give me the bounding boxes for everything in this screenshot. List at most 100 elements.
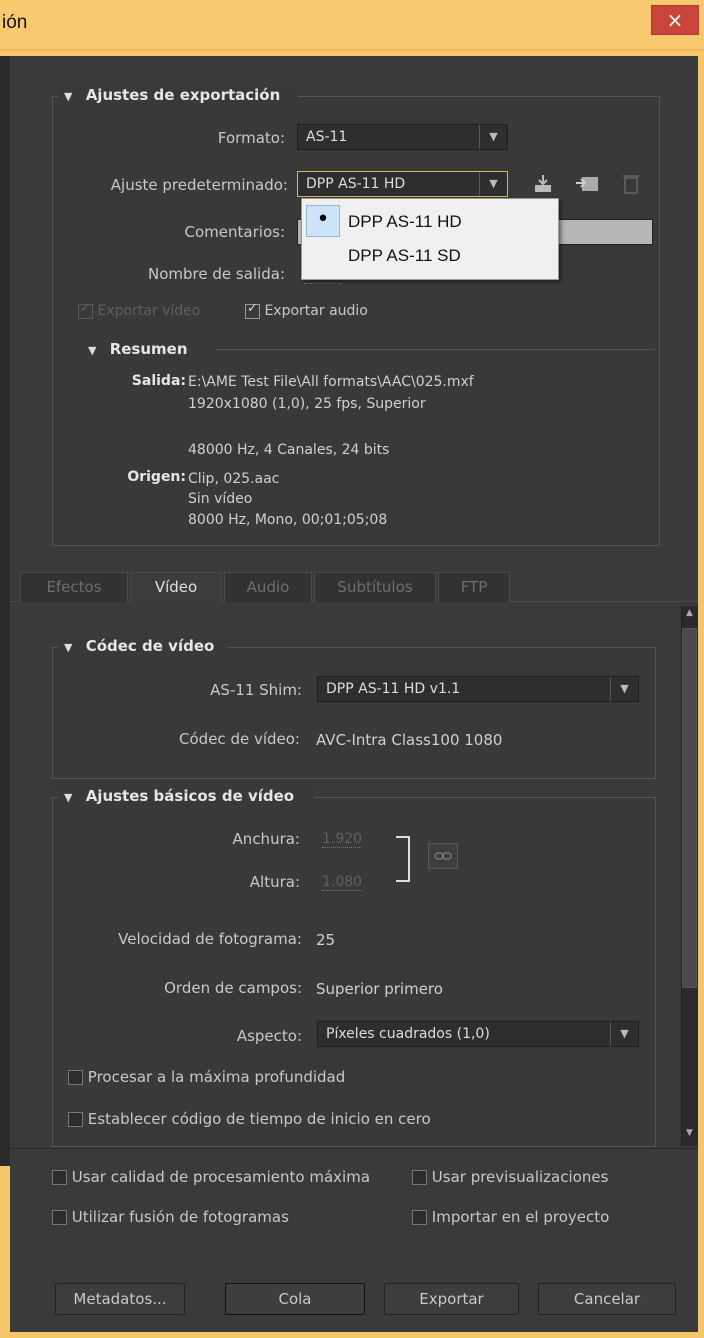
metadata-button[interactable]: Metadatos... — [55, 1283, 185, 1315]
height-value: 1.080 — [322, 874, 363, 891]
preset-dropdown-menu: • DPP AS-11 HD DPP AS-11 SD — [301, 198, 559, 280]
link-icon — [428, 843, 458, 869]
timecode-zero-label: Establecer código de tiempo de inicio en… — [87, 1110, 431, 1128]
codec-value: AVC-Intra Class100 1080 — [316, 731, 503, 749]
queue-button[interactable]: Cola — [225, 1283, 365, 1315]
timecode-zero-check-icon — [68, 1112, 83, 1127]
codec-label: Códec de vídeo: — [179, 730, 300, 748]
comments-label: Comentarios: — [184, 223, 285, 241]
collapse-triangle-icon: ▼ — [88, 344, 97, 357]
tab-ftp[interactable]: FTP — [438, 572, 510, 602]
max-depth-label: Procesar a la máxima profundidad — [87, 1068, 346, 1086]
summary-header[interactable]: ▼ Resumen — [82, 340, 208, 362]
scroll-thumb[interactable] — [682, 628, 697, 988]
height-label: Altura: — [249, 873, 300, 891]
chevron-down-icon: ▼ — [479, 125, 507, 149]
max-depth-check-icon — [68, 1070, 83, 1085]
export-settings-title: Ajustes de exportación — [85, 86, 281, 104]
export-audio-checkbox[interactable]: ✓ Exportar audio — [245, 301, 368, 319]
output-name-label: Nombre de salida: — [148, 265, 285, 283]
collapse-triangle-icon: ▼ — [64, 641, 73, 654]
frame-blend-checkbox[interactable]: Utilizar fusión de fotogramas — [52, 1208, 289, 1226]
window-title: ión — [2, 12, 28, 33]
basic-video-title: Ajustes básicos de vídeo — [85, 787, 295, 805]
shim-label: AS-11 Shim: — [210, 681, 302, 699]
summary-source-clip: Clip, 025.aac — [188, 471, 280, 487]
export-audio-label: Exportar audio — [264, 303, 368, 319]
aspect-select[interactable]: Píxeles cuadrados (1,0) ▼ — [317, 1021, 639, 1047]
output-name-link[interactable] — [304, 282, 342, 284]
format-select[interactable]: AS-11 ▼ — [297, 124, 508, 150]
video-codec-title: Códec de vídeo — [85, 637, 215, 655]
collapse-triangle-icon: ▼ — [64, 90, 73, 103]
export-button[interactable]: Exportar — [384, 1283, 519, 1315]
format-label: Formato: — [217, 129, 285, 147]
aspect-select-value: Píxeles cuadrados (1,0) — [326, 1026, 490, 1042]
tab-effects[interactable]: Efectos — [20, 572, 128, 602]
scroll-down-icon[interactable]: ▼ — [682, 1128, 697, 1144]
export-video-checkbox: ✓ Exportar vídeo — [78, 301, 201, 319]
summary-divider — [215, 349, 655, 350]
timecode-zero-checkbox[interactable]: Establecer código de tiempo de inicio en… — [68, 1110, 431, 1128]
previews-check-icon — [412, 1170, 427, 1185]
width-value: 1.920 — [322, 831, 363, 848]
chevron-down-icon: ▼ — [610, 677, 638, 701]
import-project-checkbox[interactable]: Importar en el proyecto — [412, 1208, 609, 1226]
summary-output-label: Salida: — [131, 373, 186, 389]
chevron-down-icon: ▼ — [479, 172, 507, 196]
close-button[interactable]: × — [651, 5, 699, 35]
tab-video[interactable]: Vídeo — [130, 572, 222, 602]
format-select-value: AS-11 — [306, 129, 348, 145]
max-quality-label: Usar calidad de procesamiento máxima — [71, 1168, 371, 1186]
chevron-down-icon: ▼ — [610, 1022, 638, 1046]
frame-blend-label: Utilizar fusión de fotogramas — [71, 1208, 289, 1226]
title-bar — [0, 0, 704, 50]
summary-source-video: Sin vídeo — [188, 491, 253, 507]
import-project-label: Importar en el proyecto — [431, 1208, 610, 1226]
preset-label: Ajuste predeterminado: — [110, 176, 288, 194]
aspect-bracket — [396, 836, 410, 882]
video-codec-header[interactable]: ▼ Códec de vídeo — [58, 637, 228, 659]
summary-title: Resumen — [109, 340, 188, 358]
preset-select[interactable]: DPP AS-11 HD ▼ — [297, 171, 508, 197]
import-project-check-icon — [412, 1210, 427, 1225]
preset-option-hd[interactable]: DPP AS-11 HD — [302, 203, 558, 241]
framerate-value: 25 — [316, 931, 336, 949]
preset-select-value: DPP AS-11 HD — [306, 176, 406, 192]
export-video-check-icon: ✓ — [78, 301, 93, 319]
summary-source-label: Origen: — [127, 469, 186, 485]
export-audio-check-icon: ✓ — [245, 301, 260, 319]
cancel-button[interactable]: Cancelar — [538, 1283, 676, 1315]
scroll-up-icon[interactable]: ▲ — [682, 608, 697, 624]
framerate-label: Velocidad de fotograma: — [118, 930, 302, 948]
width-label: Anchura: — [232, 830, 300, 848]
export-video-label: Exportar vídeo — [97, 303, 201, 319]
video-codec-group — [52, 647, 656, 779]
summary-output-audio: 48000 Hz, 4 Canales, 24 bits — [188, 442, 390, 458]
summary-output-path: E:\AME Test File\All formats\AAC\025.mxf — [188, 374, 474, 390]
aspect-label: Aspecto: — [236, 1027, 302, 1045]
field-order-value: Superior primero — [316, 980, 443, 998]
max-depth-checkbox[interactable]: Procesar a la máxima profundidad — [68, 1068, 345, 1086]
preset-option-sd[interactable]: DPP AS-11 SD — [302, 237, 558, 275]
tab-audio[interactable]: Audio — [224, 572, 312, 602]
frame-blend-check-icon — [52, 1210, 67, 1225]
collapse-triangle-icon: ▼ — [64, 791, 73, 804]
max-quality-checkbox[interactable]: Usar calidad de procesamiento máxima — [52, 1168, 370, 1186]
save-preset-icon[interactable] — [574, 173, 602, 195]
import-preset-icon[interactable] — [532, 173, 554, 195]
summary-output-video: 1920x1080 (1,0), 25 fps, Superior — [188, 396, 426, 412]
previews-checkbox[interactable]: Usar previsualizaciones — [412, 1168, 608, 1186]
left-strip — [0, 56, 10, 1166]
max-quality-check-icon — [52, 1170, 67, 1185]
basic-video-header[interactable]: ▼ Ajustes básicos de vídeo — [58, 787, 314, 809]
basic-video-group — [52, 797, 656, 1147]
delete-preset-icon — [622, 173, 640, 195]
tab-captions[interactable]: Subtítulos — [314, 572, 436, 602]
field-order-label: Orden de campos: — [164, 979, 302, 997]
shim-select[interactable]: DPP AS-11 HD v1.1 ▼ — [317, 676, 639, 702]
export-settings-header[interactable]: ▼ Ajustes de exportación — [58, 86, 298, 108]
previews-label: Usar previsualizaciones — [431, 1168, 609, 1186]
summary-source-audio: 8000 Hz, Mono, 00;01;05;08 — [188, 512, 388, 528]
shim-select-value: DPP AS-11 HD v1.1 — [326, 681, 461, 697]
